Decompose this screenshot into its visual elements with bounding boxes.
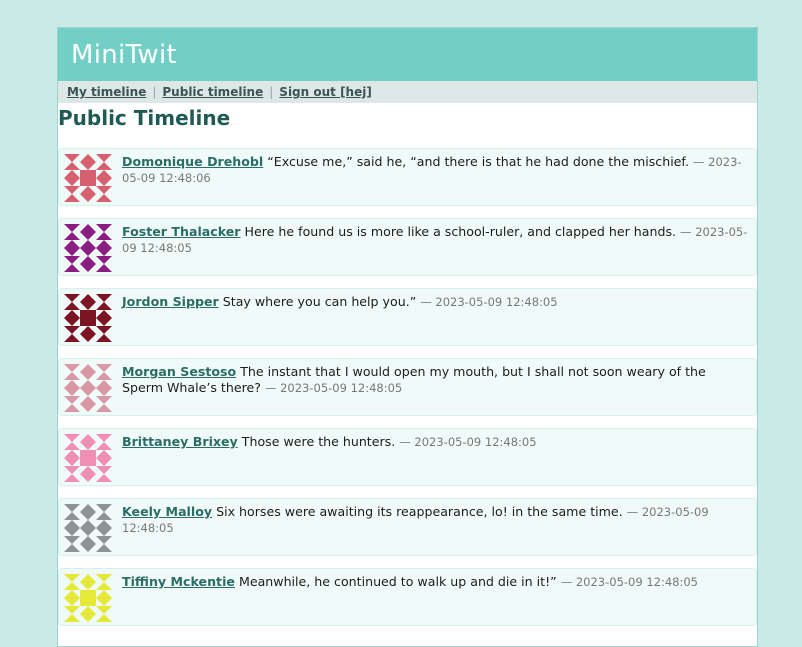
message-timestamp: — 2023-05-09 12:48:05	[420, 295, 558, 309]
message-body: Morgan Sestoso The instant that I would …	[122, 364, 748, 396]
nav-sign-out-link[interactable]: Sign out [hej]	[279, 85, 372, 99]
message-item: Foster Thalacker Here he found us is mor…	[58, 218, 757, 276]
message-text: Stay where you can help you.”	[222, 294, 417, 309]
message-text: Here he found us is more like a school-r…	[244, 224, 677, 239]
message-item: Tiffiny Mckentie Meanwhile, he continued…	[58, 568, 757, 626]
avatar-icon	[64, 364, 112, 412]
avatar-icon	[64, 154, 112, 202]
message-author-link[interactable]: Keely Malloy	[122, 504, 212, 519]
message-body: Jordon Sipper Stay where you can help yo…	[122, 294, 748, 310]
message-author-link[interactable]: Jordon Sipper	[122, 294, 219, 309]
avatar-icon	[64, 294, 112, 342]
message-item: Jordon Sipper Stay where you can help yo…	[58, 288, 757, 346]
message-timestamp: — 2023-05-09 12:48:05	[560, 575, 698, 589]
nav-public-timeline-link[interactable]: Public timeline	[162, 85, 263, 99]
message-author-link[interactable]: Brittaney Brixey	[122, 434, 238, 449]
message-item: Morgan Sestoso The instant that I would …	[58, 358, 757, 416]
message-author-link[interactable]: Foster Thalacker	[122, 224, 241, 239]
message-author-link[interactable]: Morgan Sestoso	[122, 364, 236, 379]
page-container: MiniTwit My timeline | Public timeline |…	[57, 27, 758, 647]
message-item: Brittaney Brixey Those were the hunters.…	[58, 428, 757, 486]
message-item: Keely Malloy Six horses were awaiting it…	[58, 498, 757, 556]
app-logo: MiniTwit	[71, 39, 178, 70]
avatar-icon	[64, 574, 112, 622]
message-text: Meanwhile, he continued to walk up and d…	[238, 574, 557, 589]
message-body: Foster Thalacker Here he found us is mor…	[122, 224, 748, 256]
avatar-icon	[64, 224, 112, 272]
message-text: Those were the hunters.	[241, 434, 396, 449]
message-list: Domonique Drehobl “Excuse me,” said he, …	[58, 148, 757, 626]
message-author-link[interactable]: Tiffiny Mckentie	[122, 574, 235, 589]
message-body: Brittaney Brixey Those were the hunters.…	[122, 434, 748, 450]
message-timestamp: — 2023-05-09 12:48:05	[399, 435, 537, 449]
avatar-icon	[64, 434, 112, 482]
message-text: “Excuse me,” said he, “and there is that…	[267, 154, 689, 169]
message-body: Keely Malloy Six horses were awaiting it…	[122, 504, 748, 536]
nav-my-timeline-link[interactable]: My timeline	[67, 85, 146, 99]
message-author-link[interactable]: Domonique Drehobl	[122, 154, 263, 169]
nav-separator: |	[152, 85, 157, 99]
page-title: Public Timeline	[58, 106, 231, 130]
message-timestamp: — 2023-05-09 12:48:05	[264, 381, 403, 395]
message-item: Domonique Drehobl “Excuse me,” said he, …	[58, 148, 757, 206]
header-bar: MiniTwit	[58, 28, 757, 81]
nav-separator: |	[269, 85, 274, 99]
message-body: Domonique Drehobl “Excuse me,” said he, …	[122, 154, 748, 186]
avatar-icon	[64, 504, 112, 552]
message-text: Six horses were awaiting its reappearanc…	[216, 504, 623, 519]
navigation-bar: My timeline | Public timeline | Sign out…	[58, 81, 757, 103]
message-body: Tiffiny Mckentie Meanwhile, he continued…	[122, 574, 748, 590]
